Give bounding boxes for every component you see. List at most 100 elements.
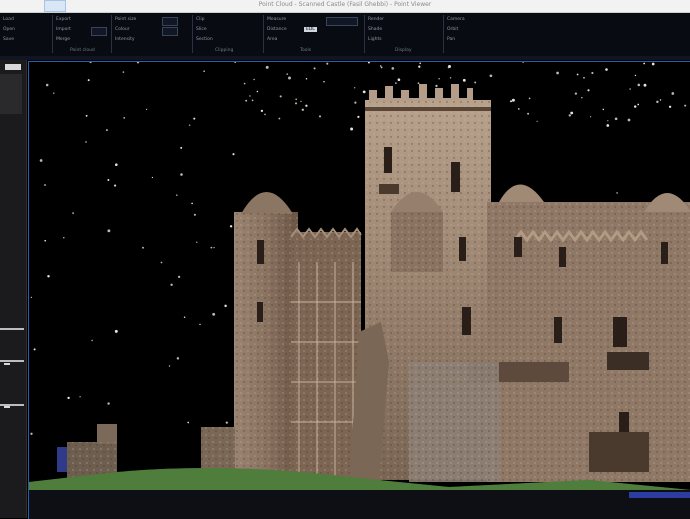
- sidebar-marker: [4, 406, 10, 408]
- ribbon-item[interactable]: Distance: [267, 27, 287, 32]
- stray-point: [671, 92, 675, 95]
- stray-point: [286, 73, 288, 75]
- stray-point: [606, 124, 610, 127]
- stray-point: [614, 117, 618, 121]
- stray-point: [176, 357, 180, 360]
- stray-point: [176, 194, 178, 196]
- stray-point: [191, 202, 193, 205]
- ribbon-dropdown[interactable]: [91, 27, 107, 36]
- castle-scaffold-wing: [290, 227, 362, 477]
- stray-point: [418, 65, 421, 68]
- stray-point: [183, 316, 186, 319]
- stray-point: [668, 105, 672, 108]
- stray-point: [203, 70, 205, 73]
- stray-point: [105, 129, 108, 132]
- ribbon-toolbar: Load Open Save Export Import Merge Point…: [0, 13, 690, 56]
- stray-point: [193, 117, 196, 120]
- stray-point: [438, 78, 440, 80]
- stray-point: [30, 432, 33, 435]
- stray-point: [313, 67, 316, 70]
- ribbon-item[interactable]: Section: [196, 37, 213, 42]
- ribbon-selected-option[interactable]: EDL: [304, 27, 317, 32]
- stray-point: [643, 83, 647, 87]
- stray-point: [474, 81, 477, 84]
- ribbon-item[interactable]: Load: [3, 17, 14, 22]
- ribbon-item[interactable]: Colour: [115, 27, 130, 32]
- stray-point: [589, 116, 592, 118]
- ribbon-item[interactable]: Clip: [196, 17, 205, 22]
- stray-point: [581, 97, 583, 99]
- stray-point: [225, 421, 228, 424]
- stray-point: [651, 62, 655, 66]
- stray-point: [447, 66, 450, 69]
- stray-point: [294, 102, 298, 105]
- stray-point: [637, 103, 640, 106]
- ribbon-item[interactable]: Shade: [368, 27, 382, 32]
- ribbon-item[interactable]: Open: [3, 27, 15, 32]
- stray-point: [229, 225, 233, 228]
- ribbon-item[interactable]: Measure: [267, 17, 286, 22]
- stray-point: [629, 88, 631, 90]
- ribbon-spinner[interactable]: [162, 17, 178, 26]
- stray-point: [326, 62, 329, 65]
- stray-point: [47, 274, 50, 278]
- stray-point: [574, 92, 578, 95]
- ribbon-panel-appearance: Point size Colour Intensity: [112, 15, 193, 53]
- stray-point: [213, 246, 215, 249]
- stray-point: [607, 120, 609, 122]
- stray-point: [449, 77, 452, 79]
- point-cloud-render: [29, 62, 690, 519]
- sidebar-header-button[interactable]: [5, 64, 21, 70]
- sidebar-row[interactable]: [0, 360, 24, 362]
- stray-point: [509, 100, 513, 103]
- ribbon-item[interactable]: Point size: [115, 17, 136, 22]
- ribbon-item[interactable]: Save: [3, 37, 14, 42]
- ribbon-item[interactable]: Area: [267, 37, 277, 42]
- stray-point: [602, 108, 605, 111]
- stray-point: [605, 68, 608, 71]
- stray-point: [224, 304, 227, 308]
- stray-point: [107, 229, 111, 233]
- stray-point: [212, 312, 216, 316]
- stray-point: [591, 71, 594, 75]
- stray-point: [583, 76, 585, 79]
- stray-point: [656, 100, 659, 104]
- stray-point: [489, 74, 493, 78]
- stray-point: [177, 275, 181, 279]
- ribbon-item[interactable]: Slice: [196, 27, 207, 32]
- stray-point: [72, 212, 74, 214]
- ribbon-spinner[interactable]: [162, 27, 178, 36]
- stray-point: [199, 323, 201, 326]
- stray-point: [417, 82, 420, 85]
- ribbon-item[interactable]: Pan: [447, 37, 455, 42]
- ribbon-item[interactable]: Lights: [368, 37, 382, 42]
- ribbon-panel-tools: Measure Distance Area EDL: [264, 15, 365, 53]
- stray-point: [397, 78, 401, 82]
- stray-point: [570, 111, 574, 115]
- stray-point: [264, 113, 266, 116]
- stray-point: [305, 104, 308, 107]
- sidebar-row[interactable]: [0, 328, 24, 330]
- point-cloud-viewport[interactable]: [28, 61, 690, 519]
- stray-point: [527, 112, 530, 115]
- stray-point: [643, 62, 646, 65]
- stray-point: [318, 115, 322, 118]
- stray-point: [633, 105, 637, 108]
- stray-point: [300, 100, 302, 103]
- stray-point: [627, 118, 631, 122]
- ribbon-item[interactable]: Intensity: [115, 37, 135, 42]
- castle-central-dome: [391, 192, 443, 272]
- ribbon-dropdown[interactable]: [326, 17, 358, 26]
- ribbon-item[interactable]: Import: [56, 27, 71, 32]
- stray-point: [301, 108, 305, 112]
- ribbon-item[interactable]: Merge: [56, 37, 70, 42]
- stray-point: [151, 176, 154, 179]
- stray-point: [435, 84, 438, 88]
- ribbon-item[interactable]: Orbit: [447, 27, 458, 32]
- ribbon-item[interactable]: Camera: [447, 17, 465, 22]
- stray-point: [637, 83, 641, 87]
- ribbon-item[interactable]: Render: [368, 17, 384, 22]
- stray-point: [160, 261, 163, 264]
- ribbon-item[interactable]: Export: [56, 17, 71, 22]
- ribbon-caption: Point cloud: [70, 48, 95, 53]
